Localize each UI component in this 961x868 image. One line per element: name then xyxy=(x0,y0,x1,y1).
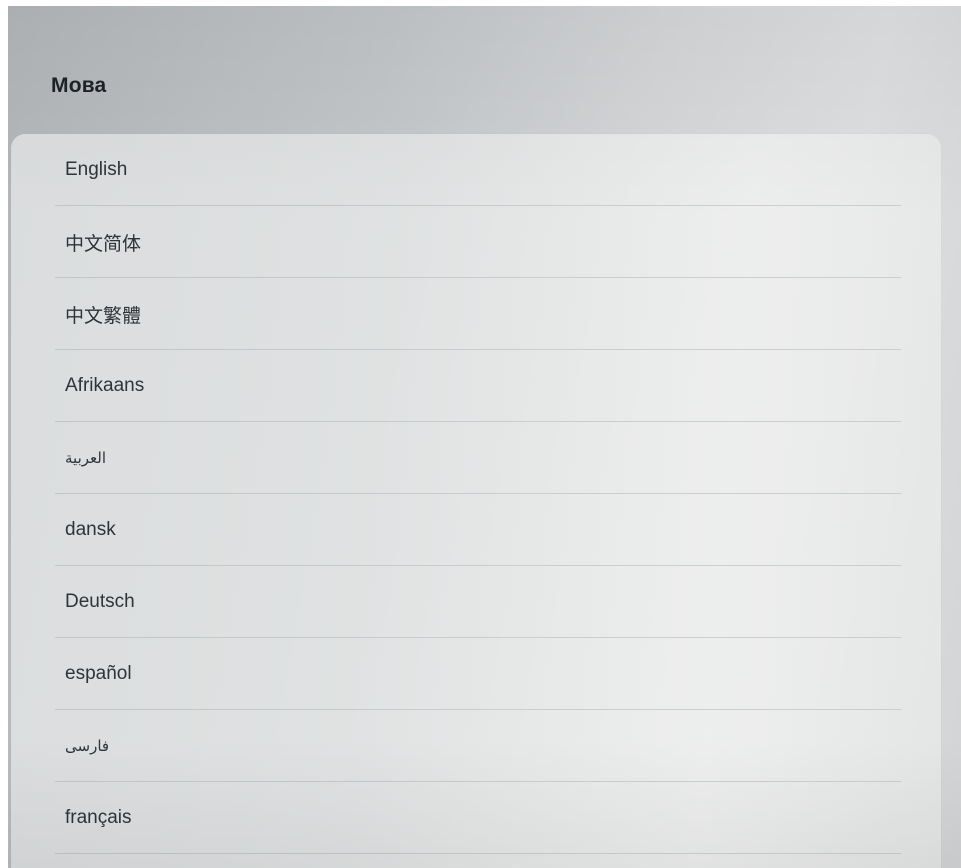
page-title: Мова xyxy=(51,74,107,97)
language-option-persian[interactable]: فارسی xyxy=(11,710,941,782)
language-option-french[interactable]: français xyxy=(11,782,941,854)
language-label: español xyxy=(65,663,132,684)
language-list: English 中文简体 中文繁體 Afrikaans العربية dans… xyxy=(11,134,941,854)
language-label: 中文繁體 xyxy=(65,305,142,327)
language-label: dansk xyxy=(65,519,116,540)
language-label: العربية xyxy=(65,450,106,467)
language-label: Afrikaans xyxy=(65,375,145,396)
language-option-danish[interactable]: dansk xyxy=(11,494,941,566)
language-label: français xyxy=(65,807,132,828)
language-label: 中文简体 xyxy=(65,233,142,255)
language-label: Deutsch xyxy=(65,591,135,612)
language-settings-screen: Мова English 中文简体 中文繁體 Afrikaans العربية… xyxy=(8,6,961,868)
language-option-spanish[interactable]: español xyxy=(11,638,941,710)
language-option-arabic[interactable]: العربية xyxy=(11,422,941,494)
language-option-chinese-traditional[interactable]: 中文繁體 xyxy=(11,278,941,350)
language-option-chinese-simplified[interactable]: 中文简体 xyxy=(11,206,941,278)
language-option-german[interactable]: Deutsch xyxy=(11,566,941,638)
language-list-card: English 中文简体 中文繁體 Afrikaans العربية dans… xyxy=(11,134,941,868)
language-label: فارسی xyxy=(65,738,110,755)
language-option-afrikaans[interactable]: Afrikaans xyxy=(11,350,941,422)
language-option-english[interactable]: English xyxy=(11,134,941,206)
language-label: English xyxy=(65,159,128,180)
